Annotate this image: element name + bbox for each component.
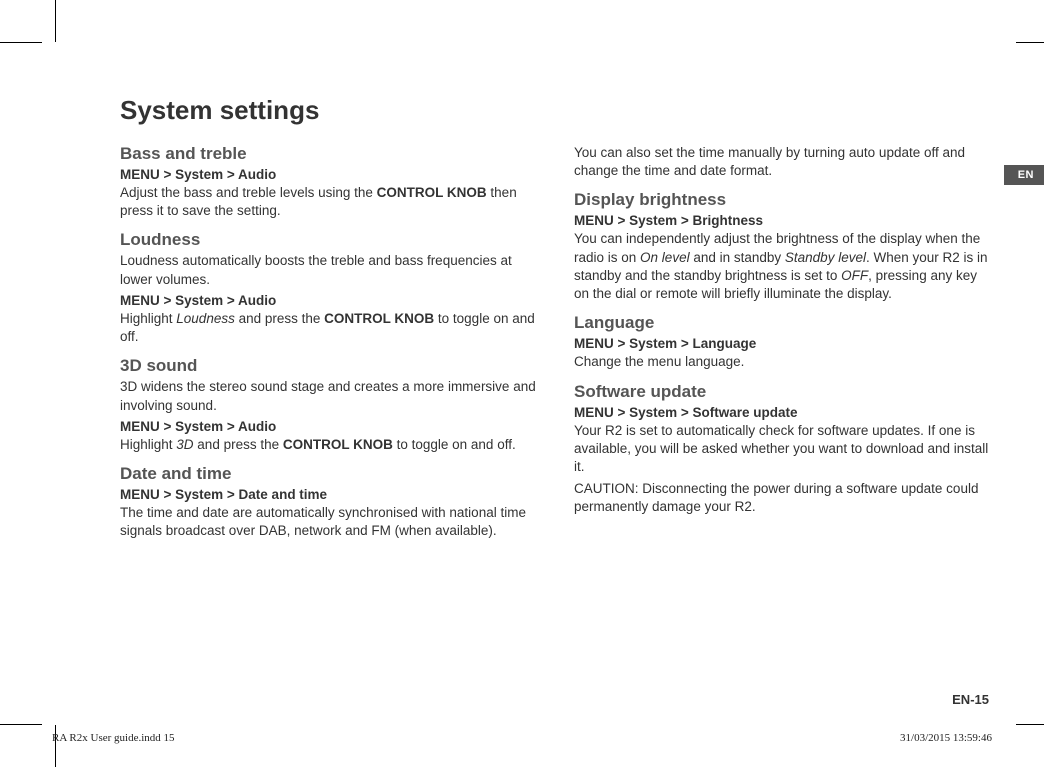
body-text: 3D widens the stereo sound stage and cre… [120, 378, 540, 414]
body-text: You can independently adjust the brightn… [574, 230, 994, 303]
menu-path: MENU > System > Date and time [120, 487, 540, 502]
body-text: You can also set the time manually by tu… [574, 144, 994, 180]
section-heading-software: Software update [574, 382, 994, 402]
body-text: Your R2 is set to automatically check fo… [574, 422, 994, 477]
body-text: CAUTION: Disconnecting the power during … [574, 480, 994, 516]
menu-path: MENU > System > Software update [574, 405, 994, 420]
body-text: Change the menu language. [574, 353, 994, 371]
body-text: Highlight Loudness and press the CONTROL… [120, 310, 540, 346]
body-text: The time and date are automatically sync… [120, 504, 540, 540]
columns: Bass and treble MENU > System > Audio Ad… [120, 144, 999, 544]
section-heading-loudness: Loudness [120, 230, 540, 250]
page-content: System settings Bass and treble MENU > S… [0, 0, 1044, 767]
body-text: Loudness automatically boosts the treble… [120, 252, 540, 288]
menu-path: MENU > System > Audio [120, 419, 540, 434]
menu-path: MENU > System > Audio [120, 167, 540, 182]
section-heading-datetime: Date and time [120, 464, 540, 484]
menu-path: MENU > System > Audio [120, 293, 540, 308]
right-column: You can also set the time manually by tu… [574, 144, 994, 544]
page-title: System settings [120, 95, 999, 126]
section-heading-bass: Bass and treble [120, 144, 540, 164]
section-heading-3d: 3D sound [120, 356, 540, 376]
footer-filename: RA R2x User guide.indd 15 [52, 732, 175, 744]
menu-path: MENU > System > Brightness [574, 213, 994, 228]
footer-timestamp: 31/03/2015 13:59:46 [900, 732, 992, 744]
left-column: Bass and treble MENU > System > Audio Ad… [120, 144, 540, 544]
body-text: Highlight 3D and press the CONTROL KNOB … [120, 436, 540, 454]
page-number: EN-15 [952, 692, 989, 707]
language-tab: EN [1004, 165, 1044, 185]
body-text: Adjust the bass and treble levels using … [120, 184, 540, 220]
menu-path: MENU > System > Language [574, 336, 994, 351]
section-heading-display: Display brightness [574, 190, 994, 210]
section-heading-language: Language [574, 313, 994, 333]
